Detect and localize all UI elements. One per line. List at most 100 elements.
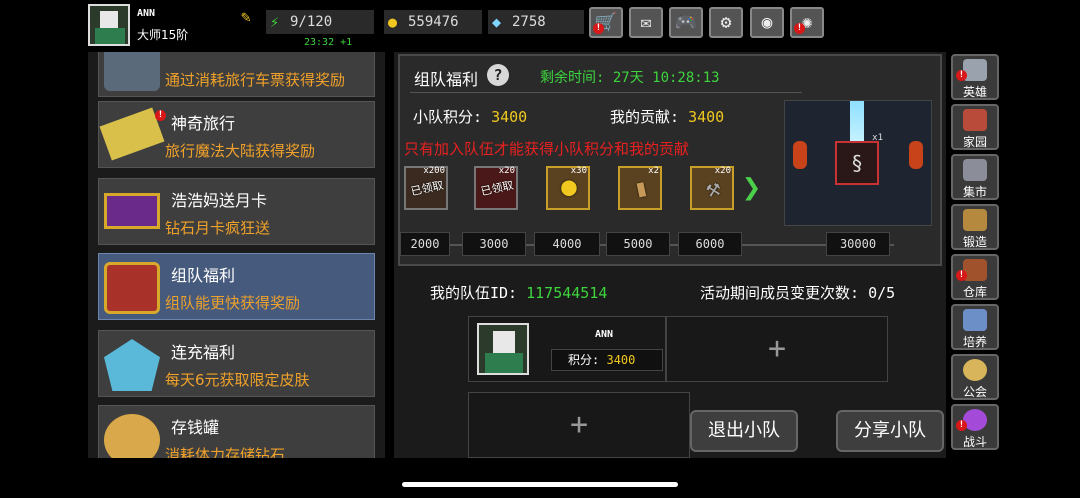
gold-stat[interactable]: ● 559476 <box>384 10 482 34</box>
event-item-piggy-bank[interactable]: 存钱罐 消耗体力存储钻石 <box>98 405 375 458</box>
help-icon[interactable]: ? <box>487 64 509 86</box>
reward-slot-5[interactable]: x20 ⚒ <box>690 166 734 210</box>
side-nav-market[interactable]: 集市 <box>951 154 999 200</box>
milestone: 2000 <box>400 232 450 256</box>
golden-egg-icon: ● <box>561 172 577 202</box>
skin-scroll-icon: § <box>850 151 864 175</box>
gamepad-button[interactable]: 🎮 <box>669 7 703 38</box>
side-nav-forge[interactable]: 锻造 <box>951 204 999 250</box>
claimed-stamp: 已领取 <box>409 178 445 199</box>
side-nav-guild[interactable]: 公会 <box>951 354 999 400</box>
shop-cart-button[interactable]: 🛒 ! <box>589 7 623 38</box>
reward-qty: x20 <box>498 166 515 176</box>
energy-stat[interactable]: ⚡ 9/120 <box>266 10 374 34</box>
alert-icon: ! <box>956 70 967 81</box>
grand-prize[interactable]: § x1 <box>784 100 932 226</box>
side-nav-label: 集市 <box>962 185 987 199</box>
gold-value: 559476 <box>408 14 459 30</box>
leave-team-button[interactable]: 退出小队 <box>690 410 798 452</box>
member-slot-1[interactable]: ANN 积分: 3400 <box>468 316 666 382</box>
team-score-label: 小队积分: <box>413 108 483 126</box>
event-desc: 旅行魔法大陆获得奖励 <box>165 142 316 160</box>
top-bar: ANN 大师15阶 ✎ ⚡ 9/120 23:32 +1 ● 559476 ◆ … <box>0 0 1080 50</box>
event-title: 神奇旅行 <box>171 114 236 133</box>
member-name: ANN <box>595 329 614 340</box>
torch-icon <box>793 141 807 169</box>
event-item-travel-ticket[interactable]: 通过消耗旅行车票获得奖励 <box>98 52 375 97</box>
home-indicator[interactable] <box>402 482 678 487</box>
event-title: 存钱罐 <box>171 418 220 437</box>
team-bonus-panel: 组队福利 ? 剩余时间: 27天 10:28:13 小队积分: 3400 我的贡… <box>394 52 946 458</box>
card-icon <box>104 193 160 229</box>
piggy-bank-icon <box>104 414 160 458</box>
player-avatar[interactable] <box>88 4 130 46</box>
player-rank: 大师15阶 <box>137 28 189 42</box>
divider <box>410 92 802 93</box>
side-nav-label: 培养 <box>962 335 987 349</box>
gem-stat[interactable]: ◆ 2758 <box>488 10 584 34</box>
settings-button[interactable]: ⚙ <box>709 7 743 38</box>
energy-timer: 23:32 +1 <box>304 37 353 48</box>
alert-icon: ! <box>956 420 967 431</box>
reward-slot-4[interactable]: x2 ▮ <box>618 166 662 210</box>
bottle-icon: ▮ <box>631 172 651 204</box>
side-nav-storage[interactable]: ! 仓库 <box>951 254 999 300</box>
join-warning: 只有加入队伍才能获得小队积分和我的贡献 <box>404 140 690 158</box>
event-desc: 消耗体力存储钻石 <box>165 446 286 458</box>
member-slot-3[interactable]: + <box>468 392 690 458</box>
gear-icon: ⚙ <box>720 12 732 33</box>
alert-icon: ! <box>794 23 805 34</box>
side-nav-label: 仓库 <box>962 285 987 299</box>
side-nav-train[interactable]: 培养 <box>951 304 999 350</box>
event-item-recharge[interactable]: 连充福利 每天6元获取限定皮肤 <box>98 330 375 397</box>
crystal-icon <box>104 339 160 391</box>
gamepad-icon: 🎮 <box>674 12 698 33</box>
edit-name-icon[interactable]: ✎ <box>241 7 251 26</box>
milestone: 4000 <box>534 232 600 256</box>
event-item-magic-travel[interactable]: ! 神奇旅行 旅行魔法大陆获得奖励 <box>98 101 375 168</box>
player-name: ANN <box>137 8 156 19</box>
event-desc: 每天6元获取限定皮肤 <box>165 371 310 389</box>
share-team-button[interactable]: 分享小队 <box>836 410 944 452</box>
mail-button[interactable]: ✉ <box>629 7 663 38</box>
gem-icon: ◆ <box>492 13 502 31</box>
alert-icon: ! <box>593 23 604 34</box>
panel-title: 组队福利 <box>414 70 479 89</box>
wheel-button[interactable]: ◉ <box>750 7 784 38</box>
side-nav-label: 锻造 <box>962 235 987 249</box>
mail-icon: ✉ <box>640 12 652 33</box>
next-arrow-icon[interactable]: ❯ <box>742 168 761 206</box>
cart-icon <box>104 52 160 91</box>
team-id-value: 117544514 <box>526 284 608 302</box>
event-desc: 钻石月卡疯狂送 <box>165 219 271 237</box>
member-changes: 活动期间成员变更次数: 0/5 <box>700 284 896 302</box>
side-nav-hero[interactable]: ! 英雄 <box>951 54 999 100</box>
add-member-icon: + <box>767 331 787 366</box>
member-avatar <box>477 323 529 375</box>
remaining-time: 剩余时间: 27天 10:28:13 <box>540 70 720 86</box>
trophy-icon <box>963 309 987 331</box>
reward-slot-2[interactable]: x20 已领取 <box>474 166 518 210</box>
hammer-icon: ⚒ <box>703 172 723 204</box>
side-nav-label: 英雄 <box>962 85 987 99</box>
member-score: 积分: 3400 <box>551 349 663 371</box>
reward-qty: x1 <box>872 133 883 143</box>
event-list[interactable]: 通过消耗旅行车票获得奖励 ! 神奇旅行 旅行魔法大陆获得奖励 浩浩妈送月卡 钻石… <box>88 52 385 458</box>
side-nav-home[interactable]: 家园 <box>951 104 999 150</box>
reward-slot-3[interactable]: x30 ● <box>546 166 590 210</box>
firework-button[interactable]: ✺ ! <box>790 7 824 38</box>
avatar-cloak <box>95 28 125 44</box>
reward-qty: x200 <box>423 166 445 176</box>
side-nav-battle[interactable]: ! 战斗 <box>951 404 999 450</box>
team-id: 我的队伍ID: 117544514 <box>430 282 607 303</box>
grand-prize-item[interactable]: § x1 <box>835 133 883 185</box>
side-nav-label: 家园 <box>962 135 987 149</box>
alert-icon: ! <box>155 110 166 121</box>
event-item-monthly-card[interactable]: 浩浩妈送月卡 钻石月卡疯狂送 <box>98 178 375 245</box>
member-score-label: 积分: <box>568 353 600 367</box>
reward-slot-1[interactable]: x200 已领取 <box>404 166 448 210</box>
member-slot-2[interactable]: + <box>666 316 888 382</box>
event-item-team-bonus[interactable]: 组队福利 组队能更快获得奖励 <box>98 253 375 320</box>
portal-icon <box>963 409 987 431</box>
event-title: 组队福利 <box>171 266 236 285</box>
